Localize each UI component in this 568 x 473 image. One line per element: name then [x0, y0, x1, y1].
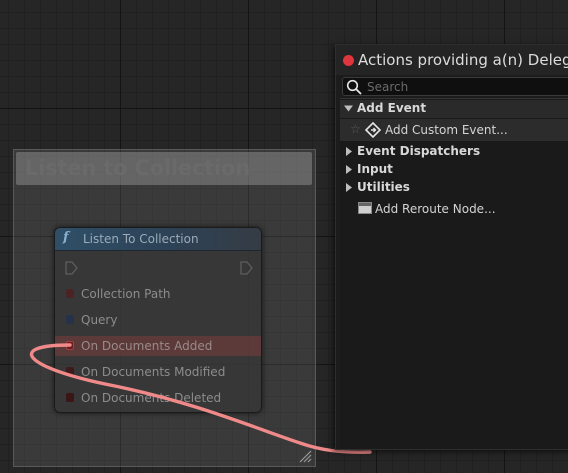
reroute-icon [358, 202, 372, 214]
item-add-custom-event[interactable]: ☆ Add Custom Event... [340, 119, 568, 141]
close-dot-icon[interactable] [343, 55, 354, 66]
expand-arrow-icon[interactable] [344, 165, 353, 174]
pin-label: On Documents Added [81, 339, 213, 353]
category-label: Input [357, 162, 393, 176]
node-title: Listen To Collection [83, 232, 199, 246]
menu-title: Actions providing a(n) Delegate [358, 51, 568, 69]
category-event-dispatchers[interactable]: Event Dispatchers [340, 143, 568, 161]
function-icon: f [63, 230, 69, 245]
pin-label: Collection Path [81, 287, 171, 301]
pin-on-documents-deleted[interactable]: On Documents Deleted [55, 388, 261, 408]
category-utilities[interactable]: Utilities [340, 179, 568, 197]
node-header[interactable]: f Listen To Collection [55, 228, 261, 251]
menu-titlebar: Actions providing a(n) Delegate [336, 45, 568, 75]
item-label: Add Reroute Node... [375, 202, 496, 216]
category-input[interactable]: Input [340, 161, 568, 179]
expand-arrow-icon[interactable] [344, 147, 353, 156]
expand-arrow-icon[interactable] [344, 183, 353, 192]
pin-query[interactable]: Query [55, 310, 261, 330]
category-label: Utilities [357, 180, 410, 194]
search-icon [346, 79, 362, 95]
comment-title: Listen to Collection [25, 156, 250, 180]
diamond-event-icon [365, 122, 381, 138]
resize-grip-icon[interactable] [298, 449, 312, 463]
menu-list[interactable]: Add Event ☆ Add Custom Event... Event Di… [340, 98, 568, 449]
pin-label: Query [81, 313, 118, 327]
pin-label: On Documents Modified [81, 365, 226, 379]
item-label: Add Custom Event... [385, 123, 508, 137]
action-menu[interactable]: Actions providing a(n) Delegate Add Even… [335, 44, 568, 450]
comment-header[interactable]: Listen to Collection [16, 152, 312, 185]
search-input[interactable] [367, 78, 567, 95]
search-box[interactable] [342, 77, 568, 96]
pin-on-documents-added[interactable]: On Documents Added [55, 336, 261, 356]
pin-collection-path[interactable]: Collection Path [55, 284, 261, 304]
category-label: Add Event [357, 101, 427, 115]
category-label: Event Dispatchers [357, 144, 481, 158]
collapse-arrow-icon[interactable] [344, 104, 353, 113]
pin-connector[interactable] [66, 289, 74, 298]
pin-connector[interactable] [66, 315, 74, 324]
listen-to-collection-node[interactable]: f Listen To Collection Collection Path Q… [54, 227, 262, 413]
item-add-reroute-node[interactable]: Add Reroute Node... [340, 198, 568, 220]
pin-connector[interactable] [66, 341, 74, 350]
pin-label: On Documents Deleted [81, 391, 222, 405]
category-add-event[interactable]: Add Event [340, 100, 568, 118]
exec-in-pin-icon[interactable] [64, 260, 78, 276]
pin-connector[interactable] [66, 393, 74, 402]
exec-out-pin-icon[interactable] [239, 260, 253, 276]
star-icon[interactable]: ☆ [350, 122, 361, 136]
pin-on-documents-modified[interactable]: On Documents Modified [55, 362, 261, 382]
pin-connector[interactable] [66, 367, 74, 376]
